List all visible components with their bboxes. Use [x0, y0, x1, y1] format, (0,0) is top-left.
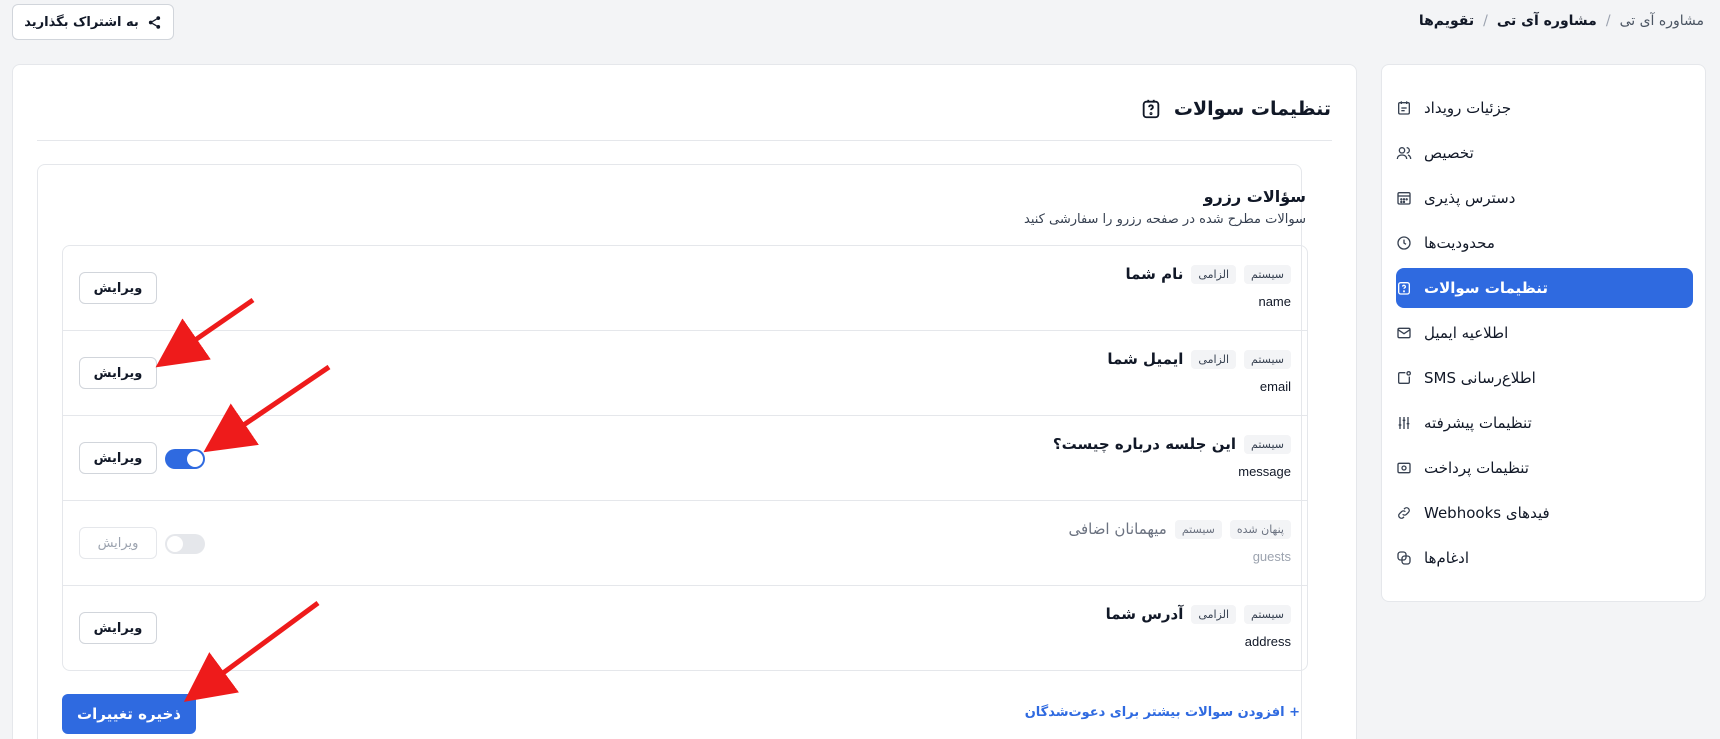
breadcrumb-separator: /: [1483, 13, 1488, 29]
sidebar-item-assignment[interactable]: تخصیص: [1396, 133, 1693, 173]
breadcrumb: تقویم‌ها / مشاوره آی تی / مشاوره آی تی: [1419, 10, 1704, 32]
question-title: نام شما: [1125, 265, 1184, 283]
sidebar-item-label: جزئیات رویداد: [1424, 99, 1512, 117]
breadcrumb-parent[interactable]: مشاوره آی تی: [1497, 13, 1597, 29]
question-row-name: نام شما الزامی سیستم name ویرایش: [63, 246, 1307, 331]
mail-icon: [1397, 327, 1411, 339]
payment-icon: [1397, 462, 1411, 474]
question-row-email: ایمیل شما الزامی سیستم email ویرایش: [63, 331, 1307, 416]
edit-button[interactable]: ویرایش: [79, 357, 157, 389]
system-badge: سیستم: [1244, 434, 1291, 454]
question-title: ایمیل شما: [1107, 350, 1184, 368]
system-badge: سیستم: [1244, 264, 1291, 284]
question-key: message: [1238, 464, 1291, 479]
sidebar-item-label: تنظیمات سوالات: [1424, 279, 1549, 297]
sms-icon: [1398, 371, 1411, 384]
sidebar-item-event-details[interactable]: جزئیات رویداد: [1396, 88, 1693, 128]
question-row-address: آدرس شما الزامی سیستم address ویرایش: [63, 586, 1307, 670]
required-badge: الزامی: [1191, 349, 1236, 369]
sidebar-item-availability[interactable]: دسترس پذیری: [1396, 178, 1693, 218]
sidebar-item-email-notification[interactable]: اطلاعیه ایمیل: [1396, 313, 1693, 353]
share-button-label: به اشتراک بگذارید: [24, 14, 139, 30]
calendar-note-icon: [1398, 101, 1410, 115]
save-changes-button[interactable]: ذخیره تغییرات: [62, 694, 196, 734]
question-icon: [1398, 282, 1410, 295]
sidebar-item-label: فیدهای Webhooks: [1424, 504, 1550, 522]
integrations-icon: [1397, 551, 1411, 565]
calendar-grid-icon: [1397, 192, 1411, 205]
edit-button[interactable]: ویرایش: [79, 612, 157, 644]
breadcrumb-current: مشاوره آی تی: [1619, 13, 1704, 29]
question-key: address: [1244, 634, 1291, 649]
sidebar-item-label: ادغام‌ها: [1424, 549, 1470, 567]
system-badge: سیستم: [1174, 519, 1222, 539]
share-button[interactable]: به اشتراک بگذارید: [12, 4, 174, 40]
sidebar-item-payment[interactable]: تنظیمات پرداخت: [1396, 448, 1693, 488]
edit-button[interactable]: ویرایش: [79, 442, 157, 474]
hidden-badge: پنهان شده: [1229, 519, 1291, 539]
question-key: email: [1259, 379, 1291, 394]
page-title: تنظیمات سوالات: [1140, 95, 1331, 123]
question-key: guests: [1252, 549, 1291, 564]
sidebar-item-label: تخصیص: [1424, 144, 1474, 162]
add-questions-link[interactable]: + افزودن سوالات بیشتر برای دعوت‌شدگان: [1025, 705, 1300, 720]
clock-icon: [1397, 236, 1411, 250]
questions-list: نام شما الزامی سیستم name ویرایش ایمیل ش…: [62, 245, 1308, 671]
sidebar-item-webhooks[interactable]: فیدهای Webhooks: [1396, 493, 1693, 533]
sidebar-item-label: تنظیمات پیشرفته: [1424, 414, 1532, 432]
question-key: name: [1258, 294, 1291, 309]
sidebar: جزئیات رویداد تخصیص دسترس پذیری محدودیت‌…: [1381, 64, 1706, 602]
visibility-toggle[interactable]: [165, 534, 205, 554]
question-title: میهمانان اضافی: [1068, 520, 1167, 538]
section-subtitle: سوالات مطرح شده در صفحه رزرو را سفارشی ک…: [1024, 212, 1306, 227]
share-icon: [148, 15, 160, 29]
header-divider: [37, 140, 1332, 141]
sidebar-item-sms[interactable]: اطلاع‌رسانی SMS: [1396, 358, 1693, 398]
required-badge: الزامی: [1191, 604, 1236, 624]
question-row-guests: میهمانان اضافی سیستم پنهان شده guests وی…: [63, 501, 1307, 586]
sidebar-item-label: اطلاعیه ایمیل: [1424, 324, 1509, 342]
sidebar-item-label: تنظیمات پرداخت: [1424, 459, 1529, 477]
question-title: آدرس شما: [1105, 605, 1184, 623]
breadcrumb-root[interactable]: تقویم‌ها: [1419, 13, 1474, 29]
sidebar-item-questions[interactable]: تنظیمات سوالات: [1396, 268, 1693, 308]
users-icon: [1396, 147, 1412, 160]
sidebar-item-label: محدودیت‌ها: [1424, 234, 1495, 252]
page-title-text: تنظیمات سوالات: [1173, 98, 1331, 120]
question-title: این جلسه درباره چیست؟: [1052, 435, 1236, 453]
edit-button[interactable]: ویرایش: [79, 272, 157, 304]
edit-button[interactable]: ویرایش: [79, 527, 157, 559]
visibility-toggle[interactable]: [165, 449, 205, 469]
sidebar-item-integrations[interactable]: ادغام‌ها: [1396, 538, 1693, 578]
required-badge: الزامی: [1191, 264, 1236, 284]
question-icon: [1142, 99, 1160, 119]
section-title: سؤالات رزرو: [1203, 187, 1306, 206]
link-icon: [1398, 507, 1410, 519]
sidebar-item-limits[interactable]: محدودیت‌ها: [1396, 223, 1693, 263]
question-row-message: این جلسه درباره چیست؟ سیستم message ویرا…: [63, 416, 1307, 501]
sidebar-item-advanced[interactable]: تنظیمات پیشرفته: [1396, 403, 1693, 443]
sliders-icon: [1398, 417, 1410, 429]
sidebar-item-label: اطلاع‌رسانی SMS: [1424, 369, 1536, 387]
system-badge: سیستم: [1244, 604, 1291, 624]
breadcrumb-separator: /: [1605, 13, 1611, 29]
system-badge: سیستم: [1244, 349, 1291, 369]
sidebar-item-label: دسترس پذیری: [1424, 189, 1516, 207]
